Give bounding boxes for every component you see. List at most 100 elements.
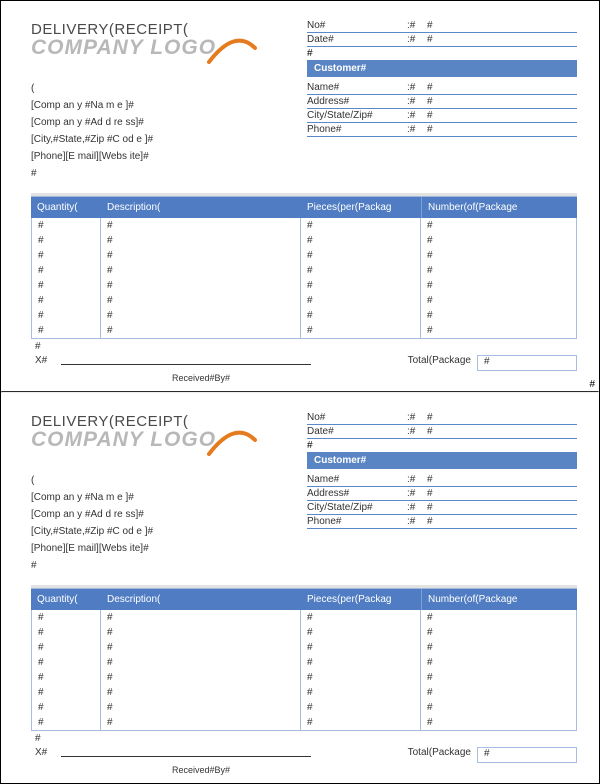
total-packages-label: Total(Package — [402, 355, 477, 371]
customer-block: Name# :# # Address# :# # City/State/Zip#… — [307, 81, 577, 183]
footer-row: X# Total(Package # — [31, 747, 577, 763]
cust-csz-label: City/State/Zip# — [307, 502, 407, 513]
table-cell: # — [421, 323, 577, 339]
cust-csz-label: City/State/Zip# — [307, 110, 407, 121]
table-cell: # — [301, 308, 421, 323]
footer-row: X# Total(Package # — [31, 355, 577, 371]
cust-name-label: Name# — [307, 474, 407, 485]
cust-address-sep: :# — [407, 96, 427, 107]
table-cell: # — [101, 700, 301, 715]
cust-address-label: Address# — [307, 96, 407, 107]
table-cell: # — [301, 715, 421, 731]
cust-name-row: Name# :# # — [307, 473, 577, 487]
receipt-copy-1: DELIVERY(RECEIPT( COMPANY LOGO No# :# # … — [1, 1, 599, 391]
table-cell: # — [421, 715, 577, 731]
table-cell: # — [421, 625, 577, 640]
cust-address-val: # — [427, 96, 433, 107]
table-cell: # — [421, 610, 577, 625]
table-cell: # — [301, 685, 421, 700]
cust-csz-row: City/State/Zip# :# # — [307, 501, 577, 515]
total-packages-label: Total(Package — [402, 747, 477, 763]
table-cell: # — [301, 655, 421, 670]
table-cell: # — [101, 263, 301, 278]
meta-no-sep: :# — [407, 20, 427, 31]
table-cell: # — [301, 278, 421, 293]
table-cell: # — [31, 233, 101, 248]
company-address: [Comp an y #Ad d re ss]# — [31, 115, 261, 131]
cust-name-sep: :# — [407, 474, 427, 485]
meta-date-val: # — [427, 426, 433, 437]
meta-no-sep: :# — [407, 412, 427, 423]
table-cell: # — [301, 323, 421, 339]
table-row: #### — [31, 218, 577, 233]
cust-name-sep: :# — [407, 82, 427, 93]
table-row: #### — [31, 293, 577, 308]
table-row: #### — [31, 308, 577, 323]
table-cell: # — [421, 655, 577, 670]
table-cell: # — [301, 670, 421, 685]
table-row: #### — [31, 278, 577, 293]
table-body-1: ################################ — [31, 218, 577, 339]
table-cell: # — [301, 640, 421, 655]
table-cell: # — [101, 610, 301, 625]
cust-name-row: Name# :# # — [307, 81, 577, 95]
table-row: #### — [31, 655, 577, 670]
table-cell: # — [101, 218, 301, 233]
table-cell: # — [101, 323, 301, 339]
logo-text: COMPANY LOGO — [31, 36, 216, 60]
meta-date-row: Date# :# # — [307, 33, 577, 47]
table-cell: # — [101, 233, 301, 248]
table-cell: # — [31, 323, 101, 339]
cust-phone-val: # — [427, 516, 433, 527]
table-cell: # — [301, 700, 421, 715]
table-cell: # — [421, 233, 577, 248]
pre-footer-hash: # — [31, 341, 577, 352]
table-cell: # — [301, 293, 421, 308]
table-row: #### — [31, 625, 577, 640]
table-body-2: ################################ — [31, 610, 577, 731]
company-contact: [Phone][E mail][Webs ite]# — [31, 541, 261, 557]
table-row: #### — [31, 715, 577, 731]
th-description: Description( — [101, 197, 301, 218]
table-cell: # — [101, 640, 301, 655]
table-cell: # — [101, 670, 301, 685]
received-by-label: Received#By# — [61, 373, 341, 383]
table-cell: # — [421, 263, 577, 278]
cust-csz-val: # — [427, 502, 433, 513]
table-cell: # — [421, 293, 577, 308]
table-cell: # — [101, 715, 301, 731]
table-cell: # — [101, 248, 301, 263]
total-packages-val: # — [478, 356, 490, 367]
customer-heading: Customer# — [307, 452, 577, 469]
meta-date-label: Date# — [307, 426, 407, 437]
table-cell: # — [31, 655, 101, 670]
th-pieces: Pieces(per(Packag — [301, 589, 421, 610]
cust-address-val: # — [427, 488, 433, 499]
table-cell: # — [101, 293, 301, 308]
table-row: #### — [31, 233, 577, 248]
company-csz: [City,#State,#Zip #C od e ]# — [31, 132, 261, 148]
cust-address-row: Address# :# # — [307, 95, 577, 109]
company-filler: # — [31, 558, 261, 574]
table-cell: # — [301, 625, 421, 640]
cust-address-sep: :# — [407, 488, 427, 499]
total-packages-val: # — [478, 748, 490, 759]
signature-line — [61, 355, 311, 365]
cust-address-row: Address# :# # — [307, 487, 577, 501]
cust-address-label: Address# — [307, 488, 407, 499]
meta-filler: # — [307, 439, 577, 452]
meta-no-val: # — [427, 20, 433, 31]
table-cell: # — [101, 308, 301, 323]
cust-phone-sep: :# — [407, 516, 427, 527]
cust-phone-row: Phone# :# # — [307, 515, 577, 529]
cust-csz-row: City/State/Zip# :# # — [307, 109, 577, 123]
table-cell: # — [421, 218, 577, 233]
cust-phone-label: Phone# — [307, 124, 407, 135]
cust-phone-sep: :# — [407, 124, 427, 135]
meta-block: No# :# # Date# :# # # Customer# — [307, 411, 577, 469]
customer-heading: Customer# — [307, 60, 577, 77]
table-cell: # — [31, 640, 101, 655]
table-cell: # — [31, 610, 101, 625]
table-cell: # — [301, 248, 421, 263]
company-logo: COMPANY LOGO — [31, 426, 259, 461]
